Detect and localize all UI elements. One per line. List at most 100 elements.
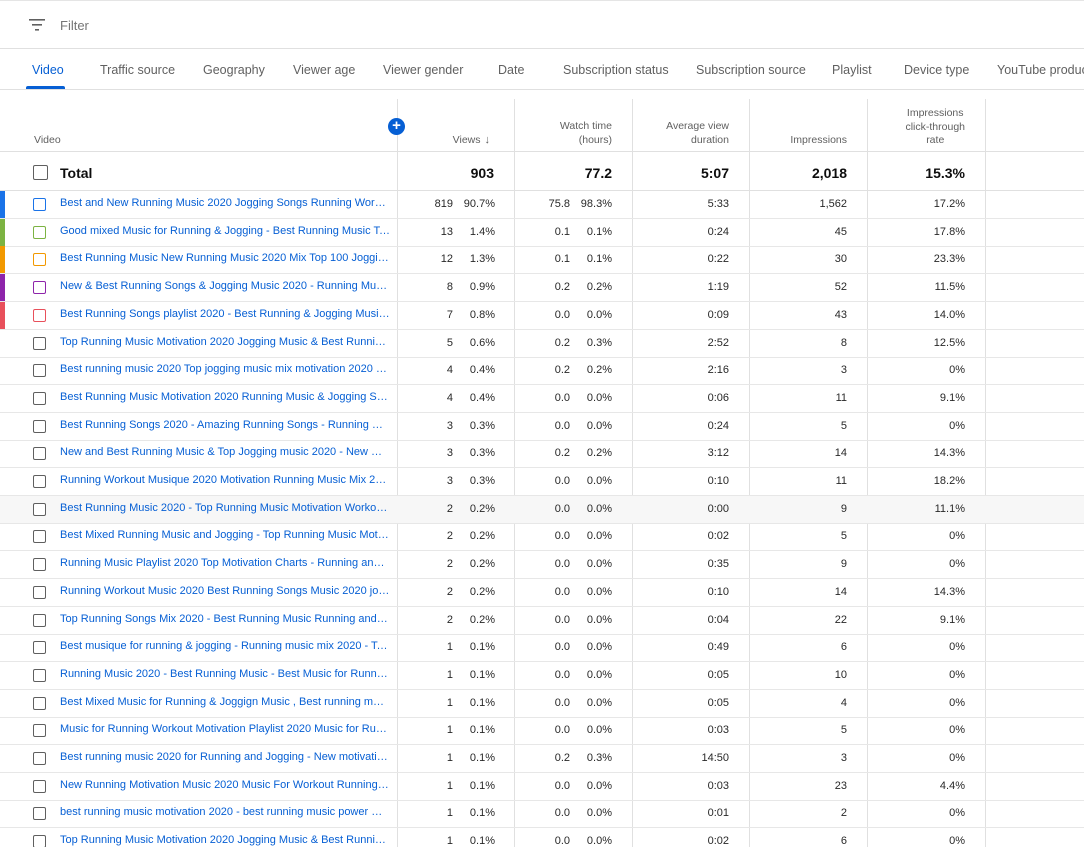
views-percent: 0.2%: [469, 585, 495, 598]
column-header-watch-time[interactable]: Watch time (hours): [560, 120, 612, 147]
video-title-link[interactable]: Top Running Music Motivation 2020 Joggin…: [60, 336, 390, 348]
average-view-duration-value: 0:22: [707, 253, 729, 266]
table-row: New Running Motivation Music 2020 Music …: [0, 773, 1084, 801]
row-checkbox[interactable]: [33, 447, 46, 461]
tab-video[interactable]: Video: [32, 63, 64, 77]
tab-date[interactable]: Date: [498, 63, 524, 77]
views-percent: 0.1%: [469, 752, 495, 764]
row-checkbox[interactable]: [33, 336, 46, 350]
ctr-value: 4.4%: [939, 779, 965, 792]
video-title-link[interactable]: Best musique for running & jogging - Run…: [60, 640, 390, 652]
video-title-link[interactable]: New & Best Running Songs & Jogging Music…: [60, 280, 390, 292]
row-checkbox[interactable]: [33, 613, 46, 627]
row-checkbox[interactable]: [33, 475, 46, 488]
views-value: 8: [446, 281, 453, 294]
ctr-value: 17.8%: [933, 225, 965, 238]
tab-traffic-source[interactable]: Traffic source: [100, 63, 175, 77]
column-header-video[interactable]: Video: [34, 134, 61, 148]
row-checkbox[interactable]: [33, 668, 46, 682]
row-checkbox[interactable]: [33, 585, 46, 599]
row-checkbox[interactable]: [33, 419, 46, 433]
row-checkbox[interactable]: [33, 225, 46, 239]
row-checkbox[interactable]: [33, 502, 46, 516]
video-title-link[interactable]: Best running music 2020 for Running and …: [60, 751, 390, 763]
video-title-link[interactable]: Best Running Music 2020 - Top Running Mu…: [60, 502, 390, 514]
views-value: 3: [446, 447, 453, 460]
video-title-link[interactable]: Top Running Songs Mix 2020 - Best Runnin…: [60, 613, 390, 625]
column-header-impressions[interactable]: Impressions: [790, 134, 847, 148]
tab-youtube-product[interactable]: YouTube product: [997, 63, 1084, 77]
video-title-link[interactable]: Best Running Music New Running Music 202…: [60, 252, 390, 264]
row-checkbox[interactable]: [33, 696, 46, 710]
row-checkbox[interactable]: [33, 391, 46, 405]
ctr-value: 17.2%: [933, 198, 965, 210]
views-percent: 0.1%: [469, 724, 495, 737]
ctr-value: 18.2%: [933, 475, 965, 487]
table-header: Video + Views ↓ Watch time (hours) Averag…: [0, 99, 1084, 152]
video-title-link[interactable]: New and Best Running Music & Top Jogging…: [60, 446, 390, 458]
impressions-value: 3: [840, 752, 847, 764]
total-checkbox[interactable]: [33, 165, 48, 180]
ctr-value: 14.0%: [933, 308, 965, 321]
column-header-views[interactable]: Views ↓: [453, 134, 490, 148]
watch-time-percent: 0.0%: [586, 724, 612, 737]
filter-input[interactable]: Filter: [60, 18, 89, 33]
row-checkbox[interactable]: [33, 835, 46, 847]
video-title-link[interactable]: Best running music 2020 Top jogging musi…: [60, 363, 390, 375]
watch-time-value: 0.0: [554, 585, 570, 598]
watch-time-value: 0.0: [554, 807, 570, 820]
total-average-view-duration: 5:07: [700, 165, 729, 181]
video-title-link[interactable]: Running Workout Music 2020 Best Running …: [60, 585, 390, 597]
views-value: 12: [440, 253, 453, 266]
row-checkbox[interactable]: [33, 752, 46, 765]
views-percent: 0.1%: [469, 779, 495, 792]
table-row: Best Mixed Running Music and Jogging - T…: [0, 523, 1084, 552]
tab-subscription-source[interactable]: Subscription source: [696, 63, 806, 77]
table-row: Best Running Music New Running Music 202…: [0, 246, 1084, 275]
impressions-value: 4: [840, 696, 847, 709]
video-title-link[interactable]: Best Running Music Motivation 2020 Runni…: [60, 391, 390, 403]
row-checkbox[interactable]: [33, 198, 46, 211]
row-checkbox[interactable]: [33, 530, 46, 544]
tab-playlist[interactable]: Playlist: [832, 63, 872, 77]
tab-viewer-age[interactable]: Viewer age: [293, 63, 355, 77]
tab-geography[interactable]: Geography: [203, 63, 265, 77]
video-title-link[interactable]: Good mixed Music for Running & Jogging -…: [60, 225, 390, 237]
watch-time-percent: 0.0%: [586, 696, 612, 709]
tab-subscription-status[interactable]: Subscription status: [563, 63, 669, 77]
video-title-link[interactable]: Running Music Playlist 2020 Top Motivati…: [60, 557, 390, 569]
tab-viewer-gender[interactable]: Viewer gender: [383, 63, 463, 77]
video-title-link[interactable]: Top Running Music Motivation 2020 Joggin…: [60, 834, 390, 846]
video-title-link[interactable]: Best Mixed Running Music and Jogging - T…: [60, 529, 390, 541]
video-title-link[interactable]: Best Running Songs playlist 2020 - Best …: [60, 308, 390, 320]
views-percent: 0.1%: [469, 668, 495, 681]
video-title-link[interactable]: New Running Motivation Music 2020 Music …: [60, 779, 390, 791]
video-title-link[interactable]: Music for Running Workout Motivation Pla…: [60, 723, 390, 735]
column-header-ctr[interactable]: Impressions click-through rate: [905, 107, 965, 148]
video-title-link[interactable]: Best Running Songs 2020 - Amazing Runnin…: [60, 419, 390, 431]
impressions-value: 52: [834, 281, 847, 294]
row-checkbox[interactable]: [33, 308, 46, 322]
watch-time-value: 0.0: [554, 641, 570, 654]
filter-icon[interactable]: [29, 18, 45, 32]
row-checkbox[interactable]: [33, 724, 46, 738]
views-percent: 0.4%: [469, 364, 495, 377]
row-checkbox[interactable]: [33, 253, 46, 267]
row-checkbox[interactable]: [33, 641, 46, 655]
row-checkbox[interactable]: [33, 364, 46, 378]
video-title-link[interactable]: Best and New Running Music 2020 Jogging …: [60, 197, 390, 209]
add-metric-button[interactable]: +: [388, 118, 405, 135]
row-checkbox[interactable]: [33, 281, 46, 295]
row-checkbox[interactable]: [33, 807, 46, 821]
series-color-swatch: [0, 274, 5, 302]
column-header-average-view-duration[interactable]: Average view duration: [666, 120, 729, 147]
tab-device-type[interactable]: Device type: [904, 63, 969, 77]
video-title-link[interactable]: Best Mixed Music for Running & Joggign M…: [60, 696, 390, 708]
filter-bar[interactable]: Filter: [0, 0, 1084, 49]
video-title-link[interactable]: Running Music 2020 - Best Running Music …: [60, 668, 390, 680]
video-title-link[interactable]: Running Workout Musique 2020 Motivation …: [60, 474, 390, 486]
average-view-duration-value: 0:24: [707, 225, 729, 238]
video-title-link[interactable]: best running music motivation 2020 - bes…: [60, 806, 390, 818]
row-checkbox[interactable]: [33, 779, 46, 793]
row-checkbox[interactable]: [33, 558, 46, 572]
